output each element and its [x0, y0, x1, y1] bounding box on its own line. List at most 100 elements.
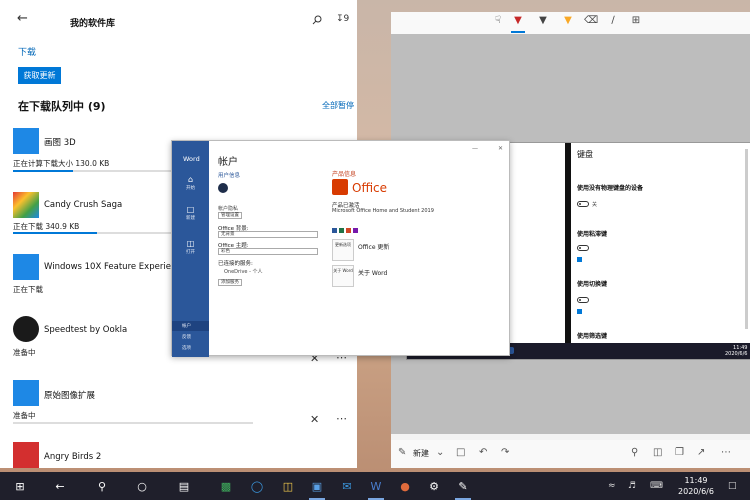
- paint3d-icon: [13, 128, 39, 154]
- download-status: 正在计算下载大小 130.0 KB: [13, 159, 110, 168]
- save-icon[interactable]: ◫: [653, 447, 662, 458]
- snip-toolbar: ☟ ▼ ▼ ▼ ⌫ ∕ ⊞: [391, 12, 750, 34]
- cancel-download-icon[interactable]: ✕: [310, 413, 319, 426]
- nav-account[interactable]: 帐户: [182, 323, 191, 329]
- task-view-icon[interactable]: ▤: [176, 478, 192, 494]
- nav-options[interactable]: 选项: [182, 345, 191, 351]
- about-word-tile[interactable]: 关于 Word: [332, 265, 354, 287]
- app-name: 画图 3D: [44, 138, 76, 148]
- user-info-heading: 用户信息: [218, 173, 241, 179]
- nav-feedback[interactable]: 反馈: [182, 334, 191, 340]
- share-icon[interactable]: ↗: [697, 447, 705, 458]
- volume-icon[interactable]: ♬: [628, 481, 636, 491]
- candy-crush-icon: [13, 192, 39, 218]
- pencil-icon[interactable]: ▼: [536, 15, 550, 29]
- captured-divider: [565, 143, 571, 343]
- get-updates-button[interactable]: 获取更新: [18, 67, 61, 84]
- touch-writing-icon[interactable]: ☟: [491, 15, 505, 29]
- minimize-icon[interactable]: —: [472, 145, 478, 152]
- powerpoint-app-swatch: [346, 228, 351, 233]
- download-status: 准备中: [13, 348, 36, 357]
- keyboard-title: 键盘: [577, 150, 593, 159]
- mail-icon[interactable]: ✉: [339, 478, 355, 494]
- section-heading: 使用筛选键: [577, 333, 608, 340]
- undo-icon[interactable]: ↶: [479, 447, 487, 458]
- chevron-down-icon[interactable]: ⌄: [436, 447, 444, 458]
- settings-gear-icon[interactable]: ⚙: [426, 478, 442, 494]
- downloads-link[interactable]: 下载: [18, 45, 36, 58]
- onedrive-service: OneDrive - 个人: [224, 269, 263, 275]
- pause-all-button[interactable]: 全部暂停: [322, 100, 354, 111]
- toggle-state: 关: [592, 202, 598, 208]
- powerpoint-icon[interactable]: ●: [397, 478, 413, 494]
- avatar: [218, 183, 228, 193]
- more-options-icon[interactable]: ⋯: [336, 412, 347, 425]
- nav-label: 新建: [186, 216, 195, 221]
- wifi-icon[interactable]: ≈: [608, 481, 616, 491]
- snip-sketch-icon[interactable]: ✎: [455, 478, 471, 500]
- add-service-button[interactable]: 添加服务: [218, 279, 242, 286]
- progress-fill: [13, 170, 73, 172]
- keyboard-icon[interactable]: ⌨: [650, 481, 663, 491]
- list-item[interactable]: Angry Birds 2: [0, 440, 357, 468]
- word-app-swatch: [332, 228, 337, 233]
- zoom-icon[interactable]: ⚲: [631, 447, 638, 458]
- account-privacy-label: 帐户隐私: [218, 206, 239, 212]
- ruler-icon[interactable]: ∕: [606, 15, 620, 29]
- office-brand: Office: [352, 181, 388, 195]
- raw-image-icon: [13, 380, 39, 406]
- about-word-title: 关于 Word: [358, 270, 388, 277]
- crop-icon[interactable]: ⊞: [629, 15, 643, 29]
- ballpoint-pen-icon[interactable]: ▼: [511, 15, 525, 29]
- search-icon[interactable]: ⚲: [94, 478, 110, 494]
- theme-select[interactable]: 彩色: [218, 248, 318, 255]
- toggle-switch: [577, 201, 589, 207]
- nav-new[interactable]: □ 新建: [172, 205, 209, 221]
- file-explorer-icon[interactable]: ◫: [280, 478, 296, 494]
- copy-icon[interactable]: ❐: [675, 447, 684, 458]
- snip-bottombar: ✎ 新建 ⌄ □ ↶ ↷ ⚲ ◫ ❐ ↗ ⋯: [391, 440, 750, 468]
- manage-settings-button[interactable]: 管理设置: [218, 212, 242, 219]
- more-options-icon[interactable]: ⋯: [721, 447, 731, 458]
- update-options-tile[interactable]: 更新选项: [332, 239, 354, 261]
- downloads-button[interactable]: ↧9: [336, 14, 349, 24]
- progress-fill: [13, 232, 97, 234]
- download-count: 9: [343, 14, 350, 24]
- nav-label: 打开: [186, 250, 195, 255]
- page-title: 我的软件库: [70, 19, 116, 29]
- close-icon[interactable]: ✕: [498, 145, 503, 152]
- nav-home[interactable]: ⌂ 开始: [172, 175, 209, 191]
- back-arrow-icon[interactable]: ←: [52, 478, 68, 494]
- nav-open[interactable]: ◫ 打开: [172, 239, 209, 255]
- eraser-icon[interactable]: ⌫: [584, 15, 598, 29]
- highlighter-icon[interactable]: ▼: [561, 15, 575, 29]
- app-name: Speedtest by Ookla: [44, 325, 128, 335]
- edge-icon[interactable]: ◯: [249, 478, 265, 494]
- back-arrow-icon[interactable]: ←: [17, 11, 28, 26]
- new-snip-button[interactable]: 新建: [413, 448, 429, 459]
- system-clock[interactable]: 11:49 2020/6/6: [672, 475, 720, 497]
- download-status: 正在下载 340.9 KB: [13, 222, 80, 231]
- product-name: Microsoft Office Home and Student 2019: [332, 208, 434, 214]
- start-icon[interactable]: ⊞: [12, 478, 28, 494]
- notifications-icon[interactable]: □: [728, 481, 737, 491]
- taskbar: ⊞ ← ⚲ ○ ▤ ▩ ◯ ◫ ▣ ✉ W ● ⚙ ✎ ≈ ♬ ⌨ 11:49 …: [0, 472, 750, 500]
- cortana-icon[interactable]: ○: [134, 478, 150, 494]
- new-snip-icon[interactable]: ✎: [398, 447, 406, 458]
- word-account-window: Word ⌂ 开始 □ 新建 ◫ 打开 帐户 反馈 选项 — ✕ 帐户 用户信息 帐户…: [171, 140, 510, 357]
- word-icon[interactable]: W: [368, 478, 384, 500]
- redo-icon[interactable]: ↷: [501, 447, 509, 458]
- search-icon[interactable]: [312, 15, 322, 25]
- background-select[interactable]: 无背景: [218, 231, 318, 238]
- store-icon[interactable]: ▣: [309, 478, 325, 500]
- section-heading: 使用没有物理键盘的设备: [577, 185, 644, 192]
- nav-label: 开始: [186, 186, 195, 191]
- onenote-app-swatch: [353, 228, 358, 233]
- open-file-icon[interactable]: □: [456, 447, 465, 458]
- excel-icon[interactable]: ▩: [218, 478, 234, 494]
- captured-keyboard-settings: 键盘 使用没有物理键盘的设备 关 使用粘滞键 使用切换键 使用筛选键: [572, 143, 750, 343]
- download-status: 正在下载: [13, 285, 43, 294]
- folder-icon: ◫: [186, 239, 195, 248]
- progress-bar: [13, 422, 253, 424]
- list-item[interactable]: 原始图像扩展 准备中 ✕ ⋯: [0, 378, 357, 438]
